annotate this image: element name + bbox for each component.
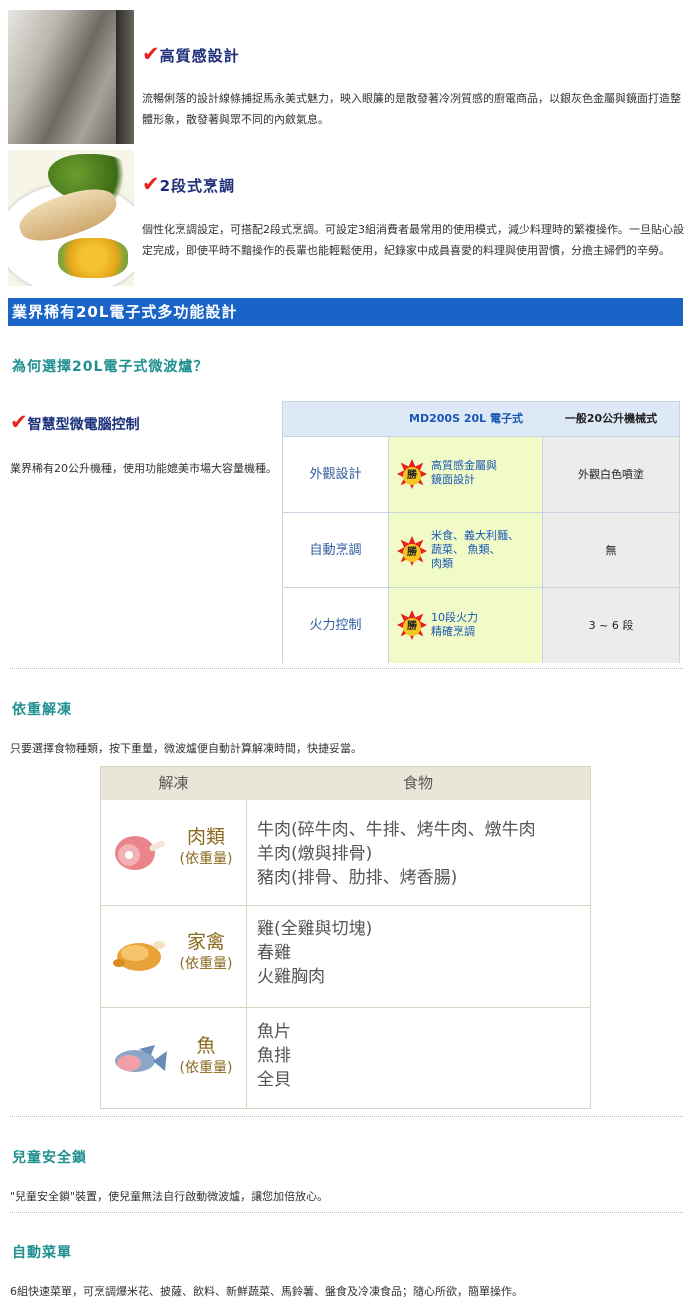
smart-heading: ✔智慧型微電腦控制 — [10, 410, 140, 434]
other-cell: 無 — [543, 513, 679, 588]
category-weight: (依重量) — [179, 851, 233, 867]
checkmark-icon: ✔ — [142, 172, 160, 196]
comparison-row: 外觀設計 勝 高質感金屬與 鏡面設計 外觀白色噴塗 — [283, 436, 679, 512]
comparison-table: MD200S 20L 電子式 一般20公升機械式 外觀設計 勝 高質感金屬與 鏡面… — [282, 401, 680, 663]
divider — [10, 1212, 683, 1213]
microwave-metal-photo — [8, 10, 134, 144]
category-weight: (依重量) — [179, 1060, 233, 1076]
col-defrost: 解凍 — [158, 774, 189, 792]
food-plate-photo — [8, 150, 134, 286]
defrost-heading: 依重解凍 — [12, 702, 72, 718]
col-food: 食物 — [402, 774, 433, 792]
win-cell: 勝 10段火力 精確烹調 — [389, 588, 543, 663]
food-item: 雞(全雞與切塊) — [257, 919, 373, 939]
win-badge-icon: 勝 — [397, 459, 427, 489]
col-mechanical: 一般20公升機械式 — [564, 412, 658, 425]
automenu-description: 6組快速菜單，可烹調爆米花、披薩、飲料、新鮮蔬菜、馬鈴薯、盤食及冷凍食品；隨心所… — [10, 1285, 523, 1298]
other-cell: 3 ~ 6 段 — [543, 588, 679, 663]
other-cell: 外觀白色噴塗 — [543, 437, 679, 512]
automenu-heading: 自動菜單 — [12, 1245, 72, 1261]
food-item: 全貝 — [257, 1070, 291, 1090]
col-md200s: MD200S 20L 電子式 — [409, 412, 523, 425]
food-item: 牛肉(碎牛肉、牛排、烤牛肉、燉牛肉 — [257, 820, 536, 840]
ham-icon — [115, 836, 165, 870]
row-label: 火力控制 — [283, 588, 389, 663]
comparison-header: MD200S 20L 電子式 一般20公升機械式 — [283, 402, 679, 436]
category-weight: (依重量) — [179, 956, 233, 972]
checkmark-icon: ✔ — [142, 42, 160, 66]
comparison-row: 自動烹調 勝 米食、義大利麵、 蔬菜、 魚類、 肉類 無 — [283, 512, 679, 588]
childlock-heading: 兒童安全鎖 — [12, 1150, 87, 1166]
win-badge-icon: 勝 — [397, 610, 427, 640]
feature1-description: 流暢俐落的設計線條捕捉馬永美式魅力，映入眼簾的是散發著冷冽質感的廚電商品，以銀灰… — [142, 92, 681, 126]
comparison-row: 火力控制 勝 10段火力 精確烹調 3 ~ 6 段 — [283, 587, 679, 663]
defrost-table: 解凍 食物 肉類 (依重量) 牛肉(碎牛肉、牛排、烤牛肉、燉牛肉 羊肉(燉與排骨… — [100, 766, 591, 1109]
defrost-description: 只要選擇食物種類，按下重量，微波爐便自動計算解凍時間，快捷妥當。 — [10, 742, 362, 755]
win-cell: 勝 高質感金屬與 鏡面設計 — [389, 437, 543, 512]
section-banner: 業界稀有20L電子式多功能設計 — [8, 298, 683, 326]
win-badge-icon: 勝 — [397, 536, 427, 566]
why-heading: 為何選擇20L電子式微波爐？ — [12, 359, 209, 375]
smart-description: 業界稀有20公升機種，使用功能媲美市場大容量機種。 — [10, 462, 277, 475]
feature2-heading: ✔2段式烹調 — [142, 172, 236, 196]
divider — [10, 668, 683, 669]
checkmark-icon: ✔ — [10, 410, 28, 434]
win-cell: 勝 米食、義大利麵、 蔬菜、 魚類、 肉類 — [389, 513, 543, 588]
food-item: 羊肉(燉與排骨) — [257, 844, 373, 864]
food-item: 春雞 — [257, 943, 291, 963]
row-label: 外觀設計 — [283, 437, 389, 512]
row-label: 自動烹調 — [283, 513, 389, 588]
category-name: 家禽 — [186, 931, 225, 953]
food-item: 火雞胸肉 — [257, 967, 325, 987]
fish-icon — [115, 1045, 167, 1072]
childlock-description: "兒童安全鎖"裝置，使兒童無法自行啟動微波爐，讓您加倍放心。 — [10, 1190, 329, 1203]
divider — [10, 1116, 683, 1117]
food-item: 魚片 — [257, 1022, 291, 1042]
food-item: 豬肉(排骨、肋排、烤香腸) — [257, 868, 458, 888]
food-item: 魚排 — [257, 1046, 291, 1066]
roast-chicken-icon — [113, 941, 165, 971]
category-name: 肉類 — [186, 826, 225, 848]
feature2-description: 個性化烹調設定，可搭配2段式烹調。可設定3組消費者最常用的使用模式，減少料理時的… — [142, 223, 684, 257]
category-name: 魚 — [196, 1035, 216, 1057]
defrost-table-header: 解凍 食物 — [101, 767, 590, 800]
feature1-heading: ✔高質感設計 — [142, 42, 240, 66]
